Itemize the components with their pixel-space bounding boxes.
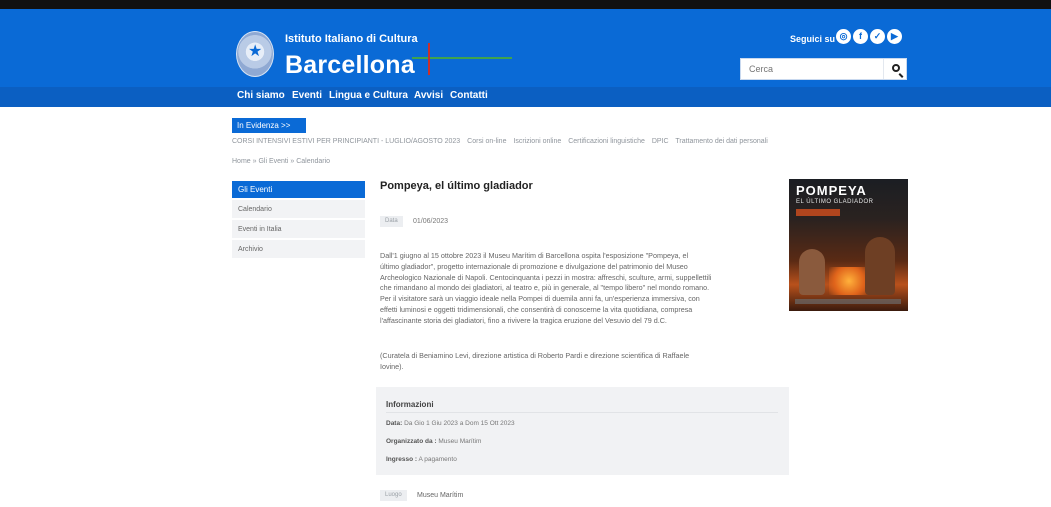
quick-link[interactable]: Iscrizioni online [513, 138, 561, 145]
twitter-icon[interactable]: ✓ [870, 29, 885, 44]
cultural-program-logo[interactable] [412, 43, 522, 77]
breadcrumb[interactable]: Home » Gli Eventi » Calendario [232, 158, 330, 165]
credits-line: Iovine). [380, 361, 404, 371]
event-place: Museu Marítim [417, 492, 464, 499]
search-button[interactable] [883, 59, 907, 79]
in-evidenza-button[interactable]: In Evidenza >> [232, 118, 306, 133]
quick-link[interactable]: Trattamento dei dati personali [675, 138, 767, 145]
poster-badge [796, 209, 840, 216]
info-organizer-label: Organizzato da : [386, 438, 437, 445]
quick-link[interactable]: CORSI INTENSIVI ESTIVI PER PRINCIPIANTI … [232, 138, 460, 145]
quick-links: CORSI INTENSIVI ESTIVI PER PRINCIPIANTI … [232, 138, 773, 145]
sidebar-item-calendario[interactable]: Calendario [232, 200, 365, 219]
credits-line: (Curatela di Beniamino Levi, direzione a… [380, 351, 690, 360]
info-box: Informazioni Data: Da Gio 1 Giu 2023 a D… [376, 387, 789, 475]
body-line: effetti luminosi e oggetti tridimensiona… [380, 304, 693, 314]
logo-green-line [412, 57, 512, 59]
poster-subtitle: EL ÚLTIMO GLADIADOR [796, 199, 874, 205]
nav-item-contatti[interactable]: Contatti [450, 90, 488, 101]
info-entry-label: Ingresso : [386, 456, 418, 463]
nav-item-lingua-cultura[interactable]: Lingua e Cultura [329, 90, 408, 101]
info-date-row: Data: Da Gio 1 Giu 2023 a Dom 15 Ott 202… [386, 420, 515, 427]
republic-emblem-icon[interactable]: ★ [236, 31, 274, 77]
quick-link[interactable]: DPIC [652, 138, 669, 145]
poster-fire [829, 267, 869, 295]
body-line: Dall'1 giugno al 15 ottobre 2023 il Muse… [380, 251, 689, 260]
quick-link[interactable]: Corsi on-line [467, 138, 506, 145]
browser-top-bar [0, 0, 1051, 9]
poster-figure-left [799, 249, 825, 295]
institute-city[interactable]: Barcellona [285, 51, 415, 80]
info-entry-value: A pagamento [418, 456, 457, 463]
event-date: 01/06/2023 [413, 218, 449, 225]
place-tag: Luogo [380, 490, 407, 501]
facebook-icon[interactable]: f [853, 29, 868, 44]
institute-name[interactable]: Istituto Italiano di Cultura [285, 33, 418, 45]
nav-item-avvisi[interactable]: Avvisi [414, 90, 443, 101]
event-poster-image[interactable]: POMPEYA EL ÚLTIMO GLADIADOR [789, 179, 908, 311]
info-divider [386, 412, 778, 413]
site-header: ★ Istituto Italiano di Cultura Barcellon… [0, 9, 1051, 87]
body-line: último gladiador", progetto internaziona… [380, 261, 688, 271]
follow-us-label: Seguici su [790, 34, 836, 44]
sidebar-heading[interactable]: Gli Eventi [232, 181, 365, 198]
body-line: l'affascinante storia dei gladiatori, fi… [380, 315, 667, 325]
info-date-value: Da Gio 1 Giu 2023 a Dom 15 Ott 2023 [404, 420, 515, 427]
article-body: Dall'1 giugno al 15 ottobre 2023 il Muse… [380, 251, 790, 327]
page-title: Pompeya, el último gladiador [380, 180, 533, 192]
main-navigation: Chi siamo Eventi Lingua e Cultura Avvisi… [0, 87, 1051, 107]
poster-figure-right [865, 237, 895, 295]
search-icon [892, 64, 900, 72]
info-heading: Informazioni [386, 400, 434, 409]
nav-item-chi-siamo[interactable]: Chi siamo [237, 90, 285, 101]
logo-red-line [428, 43, 430, 75]
info-organizer-value[interactable]: Museu Marítim [438, 438, 481, 445]
date-tag: Data [380, 216, 403, 227]
info-entry-row: Ingresso : A pagamento [386, 456, 457, 463]
sidebar-item-archivio[interactable]: Archivio [232, 240, 365, 259]
instagram-icon[interactable]: ◎ [836, 29, 851, 44]
info-organizer-row: Organizzato da : Museu Marítim [386, 438, 481, 445]
poster-footer [795, 299, 901, 304]
quick-link[interactable]: Certificazioni linguistiche [568, 138, 645, 145]
search-input[interactable] [741, 59, 881, 79]
info-date-label: Data: [386, 420, 403, 427]
poster-title: POMPEYA [796, 183, 867, 198]
body-line: che rimandano al mondo dei gladiatori, a… [380, 283, 710, 293]
sidebar-item-eventi-italia[interactable]: Eventi in Italia [232, 220, 365, 239]
youtube-icon[interactable]: ▶ [887, 29, 902, 44]
nav-item-eventi[interactable]: Eventi [292, 90, 322, 101]
article-credits: (Curatela di Beniamino Levi, direzione a… [380, 351, 790, 373]
body-line: Per il visitatore sarà un viaggio ideale… [380, 294, 700, 304]
body-line: Archeologico Nazionale di Napoli. Centoc… [380, 272, 712, 282]
search-box [740, 58, 907, 80]
